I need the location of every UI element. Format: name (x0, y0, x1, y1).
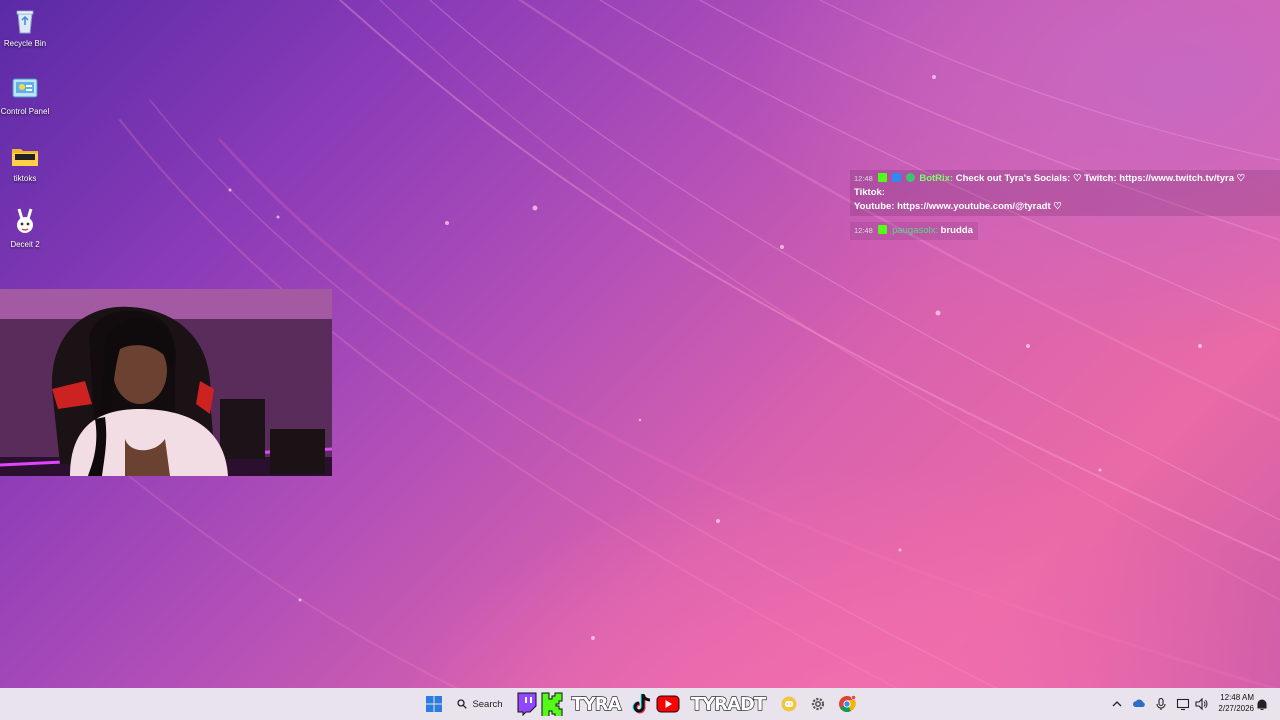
recycle-bin-icon (16, 10, 34, 34)
desktop-icon-label: Deceit 2 (10, 240, 40, 249)
webcam-overlay (0, 289, 332, 476)
kick-logo (541, 688, 563, 720)
chat-text: brudda (940, 225, 973, 236)
taskbar-search[interactable]: Search (451, 688, 509, 720)
clock-date: 2/27/2026 (1218, 704, 1254, 713)
chat-timestamp: 12:48 (854, 226, 873, 235)
chat-timestamp: 12:48 (854, 174, 873, 183)
notification-button[interactable] (1254, 688, 1270, 720)
desktop-icon-recycle-bin[interactable]: Recycle Bin (0, 2, 50, 48)
youtube-logo (656, 688, 680, 720)
chat-username: BotRix: (919, 173, 954, 184)
deceit-2-icon (17, 208, 33, 233)
control-panel-icon (12, 78, 38, 98)
system-tray (1110, 688, 1208, 720)
search-icon (457, 699, 468, 709)
start-button[interactable] (424, 688, 444, 720)
desktop-icon-label: Recycle Bin (3, 39, 47, 48)
chat-text-continued: Youtube: https://www.youtube.com/@tyradt… (854, 201, 1062, 212)
bot-badge-icon (892, 173, 902, 182)
taskbar-app-discord[interactable] (779, 688, 799, 720)
windows-start-icon (426, 696, 442, 712)
chat-message: 12:48 BotRix: Check out Tyra's Socials: … (850, 170, 1280, 216)
microphone-icon[interactable] (1154, 697, 1168, 711)
desktop-icon-tiktoks[interactable]: tiktoks (0, 137, 50, 183)
taskbar-app-chrome[interactable] (836, 688, 858, 720)
stream-name-youtube: TYRADT (690, 693, 767, 715)
settings-icon (811, 697, 825, 711)
twitch-logo (515, 688, 539, 720)
stream-chat-overlay: 12:48 BotRix: Check out Tyra's Socials: … (850, 170, 1280, 240)
desktop-icon-label: tiktoks (13, 174, 37, 183)
desktop-icon-label: Control Panel (0, 107, 50, 116)
search-label: Search (472, 698, 503, 710)
speaker-icon[interactable] (1194, 697, 1208, 711)
desktop-icon-control-panel[interactable]: Control Panel (0, 70, 50, 116)
discord-icon (781, 696, 797, 712)
kick-badge-icon (878, 173, 888, 182)
chat-message: 12:48 paugasolx: brudda (850, 222, 978, 240)
taskbar-clock[interactable]: 12:48 AM 2/27/2026 (1218, 692, 1254, 714)
onedrive-icon[interactable] (1132, 697, 1146, 711)
kick-icon (541, 692, 563, 716)
desktop-icon-deceit-2[interactable]: Deceit 2 (0, 203, 50, 249)
kick-badge-icon (878, 225, 888, 234)
tiktok-logo (630, 688, 654, 720)
notification-icon (1257, 699, 1267, 710)
chevron-up-icon[interactable] (1110, 697, 1124, 711)
webcam-feed (0, 289, 332, 476)
youtube-icon (656, 695, 680, 713)
clock-time: 12:48 AM (1220, 693, 1254, 702)
stream-name-kick: TYRA (571, 693, 622, 715)
taskbar-app-settings[interactable] (808, 688, 828, 720)
chrome-icon (839, 695, 856, 712)
verified-badge-icon (905, 173, 915, 182)
twitch-icon (517, 692, 537, 716)
taskbar: Search TYRA TYRADT 12:48 AM 2/27/2026 (0, 688, 1280, 720)
folder-icon (12, 149, 38, 166)
network-icon[interactable] (1176, 697, 1190, 711)
tiktok-icon (632, 694, 651, 714)
chat-username: paugasolx: (892, 225, 939, 236)
